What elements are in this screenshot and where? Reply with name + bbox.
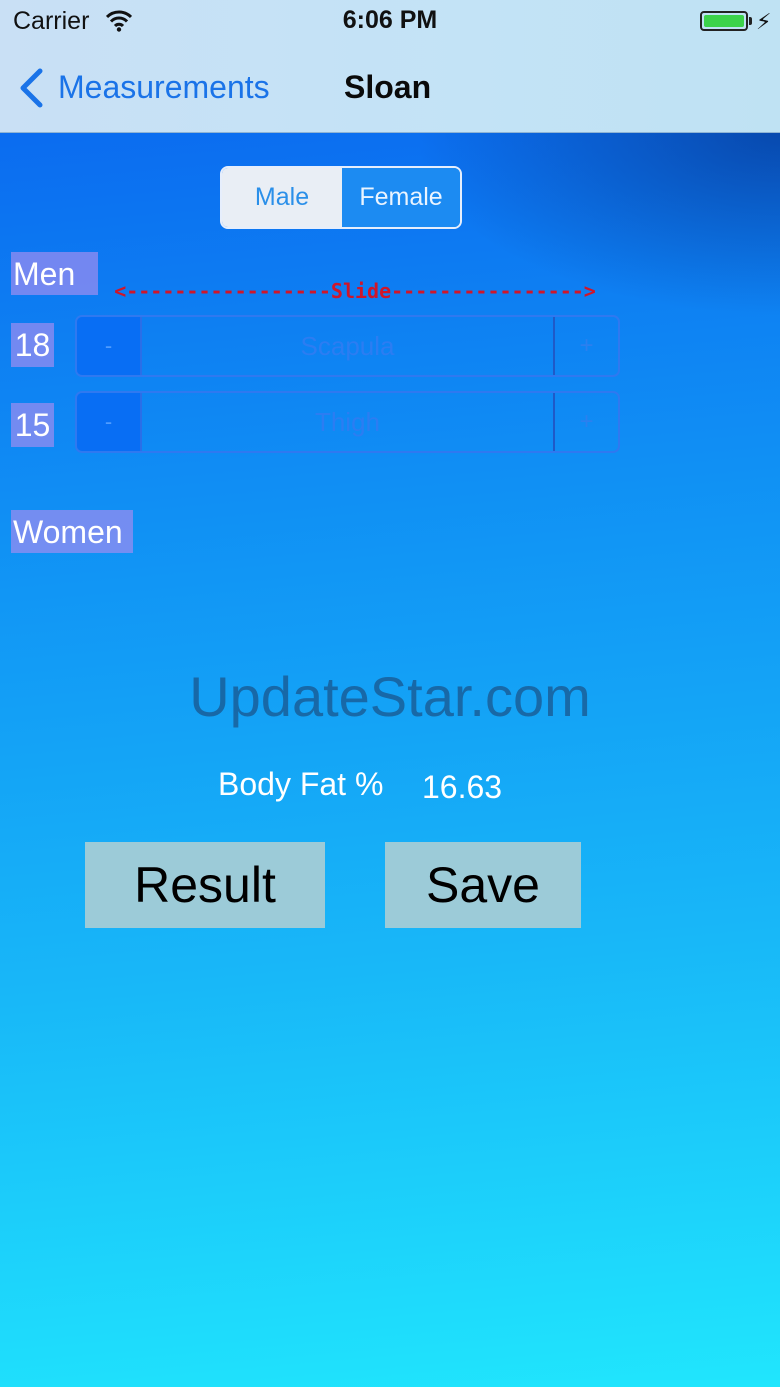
scapula-value: 18 [11,323,54,367]
result-button[interactable]: Result [85,842,325,928]
thigh-decrement-button[interactable]: - [77,393,140,451]
page-title: Sloan [344,69,432,105]
status-time: 6:06 PM [342,6,438,34]
thigh-increment-button[interactable]: + [555,393,618,451]
save-button[interactable]: Save [385,842,581,928]
watermark: UpdateStar.com [189,665,591,728]
women-section-label: Women [11,510,133,553]
charging-bolt-icon: ⚡ [756,9,772,34]
segment-female[interactable]: Female [342,168,460,227]
segment-male[interactable]: Male [222,168,342,227]
app-screen: Carrier 6:06 PM ⚡ Measurements Sloan Mal… [0,0,780,1387]
scapula-stepper[interactable]: - Scapula + [75,315,620,377]
thigh-stepper[interactable]: - Thigh + [75,391,620,453]
slide-hint: <-----------------Slide----------------> [114,279,596,303]
scapula-increment-button[interactable]: + [555,317,618,375]
thigh-label: Thigh [140,393,555,451]
battery-icon [700,11,748,31]
body-fat-label: Body Fat % [218,766,384,802]
scapula-label: Scapula [140,317,555,375]
scapula-decrement-button[interactable]: - [77,317,140,375]
body-fat-value: 16.63 [422,769,503,805]
chevron-left-icon[interactable] [18,68,44,108]
men-section-label: Men [11,252,98,295]
back-button[interactable]: Measurements [58,69,270,106]
navigation-bar: Carrier 6:06 PM ⚡ Measurements Sloan [0,0,780,133]
battery-tip [749,17,752,25]
gender-segmented-control[interactable]: Male Female [220,166,462,229]
thigh-value: 15 [11,403,54,447]
